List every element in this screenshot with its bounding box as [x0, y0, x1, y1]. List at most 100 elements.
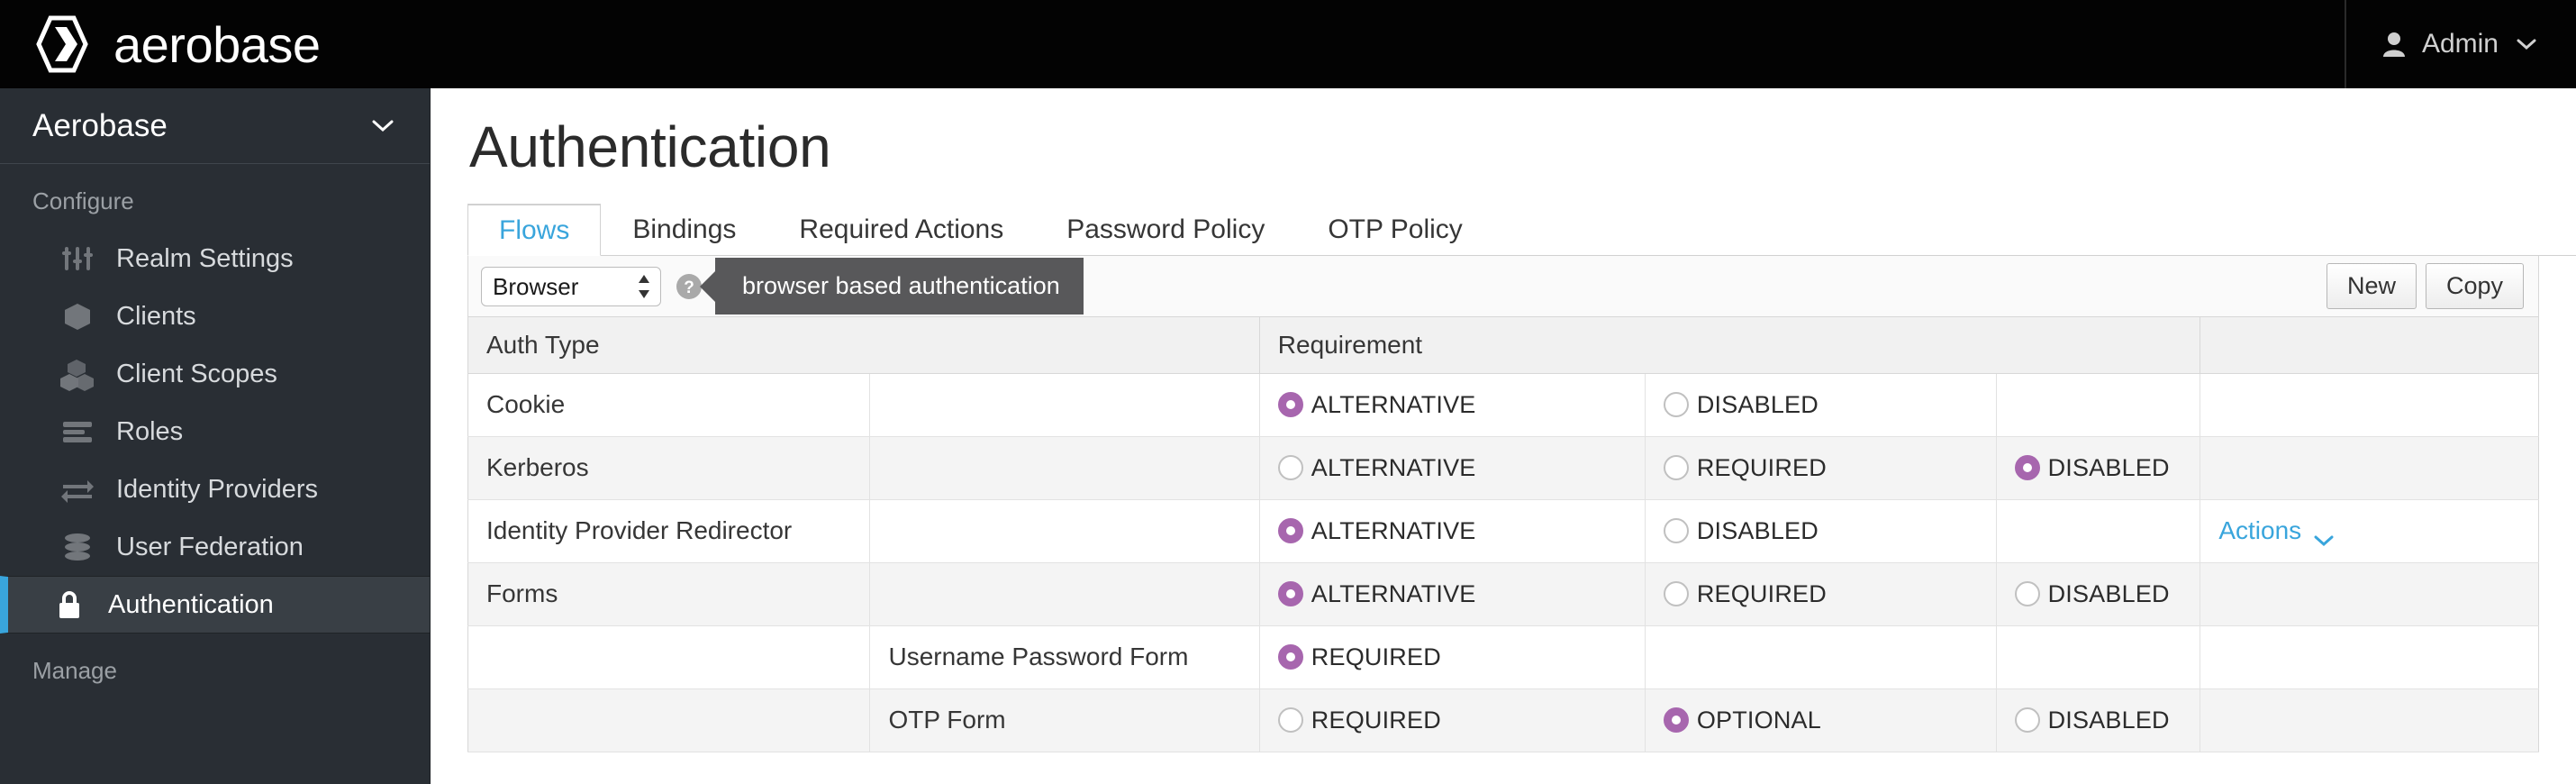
- user-menu[interactable]: Admin: [2344, 0, 2576, 88]
- radio-button[interactable]: [2014, 581, 2040, 606]
- top-navbar: aerobase Admin: [0, 0, 2576, 88]
- cell-auth-type: Identity Provider Redirector: [467, 499, 871, 563]
- chevron-down-icon: [372, 119, 394, 132]
- page-title: Authentication: [469, 114, 831, 179]
- radio-option[interactable]: DISABLED: [1663, 390, 1996, 419]
- radio-option[interactable]: DISABLED: [1663, 516, 1996, 545]
- cell-auth-type: [467, 688, 871, 752]
- radio-button[interactable]: [1663, 518, 1689, 543]
- radio-option[interactable]: ALTERNATIVE: [1277, 517, 1645, 545]
- sidebar-item-label: Authentication: [108, 589, 274, 619]
- cell-actions: [2200, 562, 2539, 626]
- radio-button[interactable]: [1277, 707, 1303, 733]
- sliders-icon: [60, 242, 95, 276]
- cell-requirement-3: DISABLED: [1996, 562, 2201, 626]
- radio-label: DISABLED: [1696, 390, 1819, 418]
- actions-label: Actions: [2218, 516, 2302, 544]
- flow-select-wrapper: Browser: [481, 266, 661, 306]
- radio-button[interactable]: [1277, 644, 1303, 670]
- radio-label: ALTERNATIVE: [1311, 390, 1476, 418]
- radio-option[interactable]: OPTIONAL: [1663, 706, 1996, 734]
- new-flow-button[interactable]: New: [2326, 263, 2417, 309]
- user-icon: [2382, 31, 2406, 58]
- radio-button[interactable]: [2014, 707, 2040, 733]
- realm-selector[interactable]: Aerobase: [0, 88, 430, 164]
- cell-actions: [2200, 436, 2539, 500]
- radio-button[interactable]: [1277, 518, 1303, 543]
- radio-option[interactable]: REQUIRED: [1663, 453, 1996, 482]
- chevron-down-icon: [2314, 524, 2334, 547]
- tab-bindings[interactable]: Bindings: [601, 204, 767, 256]
- sidebar-item-label: Client Scopes: [116, 359, 277, 388]
- cell-requirement-1: ALTERNATIVE: [1259, 499, 1646, 563]
- nav-section-configure-label: Configure: [32, 187, 134, 214]
- sidebar-item-authentication[interactable]: Authentication: [0, 576, 430, 634]
- cell-requirement-3: [1996, 373, 2201, 437]
- radio-button[interactable]: [1277, 581, 1303, 606]
- cell-requirement-2: [1645, 625, 1997, 689]
- radio-label: OPTIONAL: [1696, 706, 1821, 734]
- flow-tooltip: browser based authentication: [715, 258, 1084, 315]
- radio-button[interactable]: [1663, 707, 1689, 733]
- cell-requirement-3: [1996, 499, 2201, 563]
- cell-requirement-2: OPTIONAL: [1645, 688, 1997, 752]
- cell-requirement-1: ALTERNATIVE: [1259, 373, 1646, 437]
- radio-option[interactable]: DISABLED: [2014, 707, 2200, 734]
- cubes-icon: [60, 357, 95, 391]
- radio-label: REQUIRED: [1696, 453, 1827, 481]
- tab-required-actions[interactable]: Required Actions: [767, 204, 1035, 256]
- radio-button[interactable]: [1663, 581, 1689, 606]
- radio-button[interactable]: [1663, 392, 1689, 417]
- radio-label: REQUIRED: [1311, 706, 1441, 734]
- radio-option[interactable]: REQUIRED: [1277, 706, 1645, 734]
- cell-sub-type: OTP Form: [869, 688, 1260, 752]
- cell-auth-type: Kerberos: [467, 436, 871, 500]
- radio-button[interactable]: [2014, 455, 2040, 480]
- radio-option[interactable]: DISABLED: [2014, 580, 2200, 608]
- copy-flow-button[interactable]: Copy: [2425, 263, 2524, 309]
- radio-option[interactable]: ALTERNATIVE: [1277, 390, 1645, 419]
- radio-option[interactable]: DISABLED: [2014, 454, 2200, 482]
- sidebar-item-clients[interactable]: Clients: [0, 287, 430, 345]
- database-icon: [60, 530, 95, 564]
- cell-actions: [2200, 373, 2539, 437]
- radio-button[interactable]: [1277, 455, 1303, 480]
- sidebar-item-client-scopes[interactable]: Client Scopes: [0, 345, 430, 403]
- cell-actions: [2200, 625, 2539, 689]
- radio-label: DISABLED: [1696, 516, 1819, 544]
- radio-button[interactable]: [1277, 392, 1303, 417]
- sidebar-item-identity-providers[interactable]: Identity Providers: [0, 460, 430, 518]
- cell-auth-type: [467, 625, 871, 689]
- brand[interactable]: aerobase: [0, 14, 321, 74]
- question-circle-icon[interactable]: ?: [676, 273, 703, 300]
- tab-otp-policy[interactable]: OTP Policy: [1296, 204, 1494, 256]
- radio-label: REQUIRED: [1311, 643, 1441, 670]
- tab-label: Bindings: [632, 214, 737, 244]
- hexagon-chevron-logo-icon: [32, 14, 92, 74]
- sidebar-item-user-federation[interactable]: User Federation: [0, 518, 430, 576]
- cell-sub-type: [869, 436, 1260, 500]
- cell-sub-type: [869, 562, 1260, 626]
- tab-bar: Flows Bindings Required Actions Password…: [467, 202, 2576, 256]
- radio-option[interactable]: REQUIRED: [1663, 579, 1996, 608]
- sidebar-item-realm-settings[interactable]: Realm Settings: [0, 230, 430, 287]
- radio-option[interactable]: ALTERNATIVE: [1277, 579, 1645, 608]
- radio-label: REQUIRED: [1696, 579, 1827, 607]
- radio-button[interactable]: [1663, 455, 1689, 480]
- actions-dropdown-link[interactable]: Actions: [2218, 516, 2538, 547]
- table-body: Cookie ALTERNATIVE DISABLED Kerberos ALT…: [467, 373, 2539, 752]
- sidebar-item-label: User Federation: [116, 532, 304, 561]
- radio-option[interactable]: ALTERNATIVE: [1277, 454, 1645, 482]
- cell-sub-type: [869, 373, 1260, 437]
- tab-flows[interactable]: Flows: [467, 204, 602, 256]
- cell-requirement-2: REQUIRED: [1645, 562, 1997, 626]
- flow-select[interactable]: Browser: [481, 266, 661, 306]
- sidebar-item-roles[interactable]: Roles: [0, 403, 430, 460]
- radio-label: ALTERNATIVE: [1311, 579, 1476, 607]
- cell-requirement-1: ALTERNATIVE: [1259, 436, 1646, 500]
- tab-password-policy[interactable]: Password Policy: [1035, 204, 1296, 256]
- table-row: Forms ALTERNATIVE REQUIRED DISABLED: [467, 562, 2539, 626]
- radio-option[interactable]: REQUIRED: [1277, 643, 1645, 671]
- toolbar-actions: New Copy: [2326, 263, 2524, 309]
- column-header-requirement: Requirement: [1259, 317, 2201, 374]
